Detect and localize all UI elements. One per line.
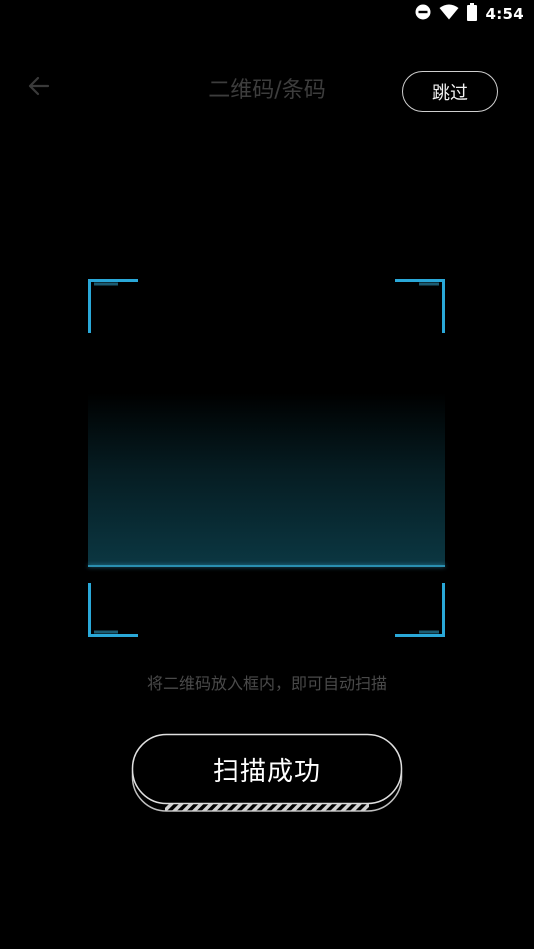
do-not-disturb-icon bbox=[415, 4, 431, 24]
result-label: 扫描成功 bbox=[212, 757, 321, 787]
wifi-icon bbox=[439, 4, 459, 24]
corner-bottom-right bbox=[395, 583, 445, 637]
scan-frame bbox=[88, 279, 445, 637]
scan-beam bbox=[88, 393, 445, 567]
scan-result-button[interactable]: 扫描成功 bbox=[131, 733, 403, 813]
status-icons: 4:54 bbox=[415, 3, 524, 25]
battery-icon bbox=[467, 3, 478, 25]
corner-top-left bbox=[88, 279, 138, 333]
corner-bottom-left bbox=[88, 583, 138, 637]
corner-top-right bbox=[395, 279, 445, 333]
scan-hint: 将二维码放入框内，即可自动扫描 bbox=[146, 674, 387, 693]
status-time: 4:54 bbox=[485, 5, 524, 23]
scan-line bbox=[88, 565, 445, 567]
status-bar: 4:54 bbox=[0, 0, 534, 28]
header: 二维码/条码 跳过 bbox=[0, 60, 534, 112]
skip-button[interactable]: 跳过 bbox=[402, 71, 498, 112]
